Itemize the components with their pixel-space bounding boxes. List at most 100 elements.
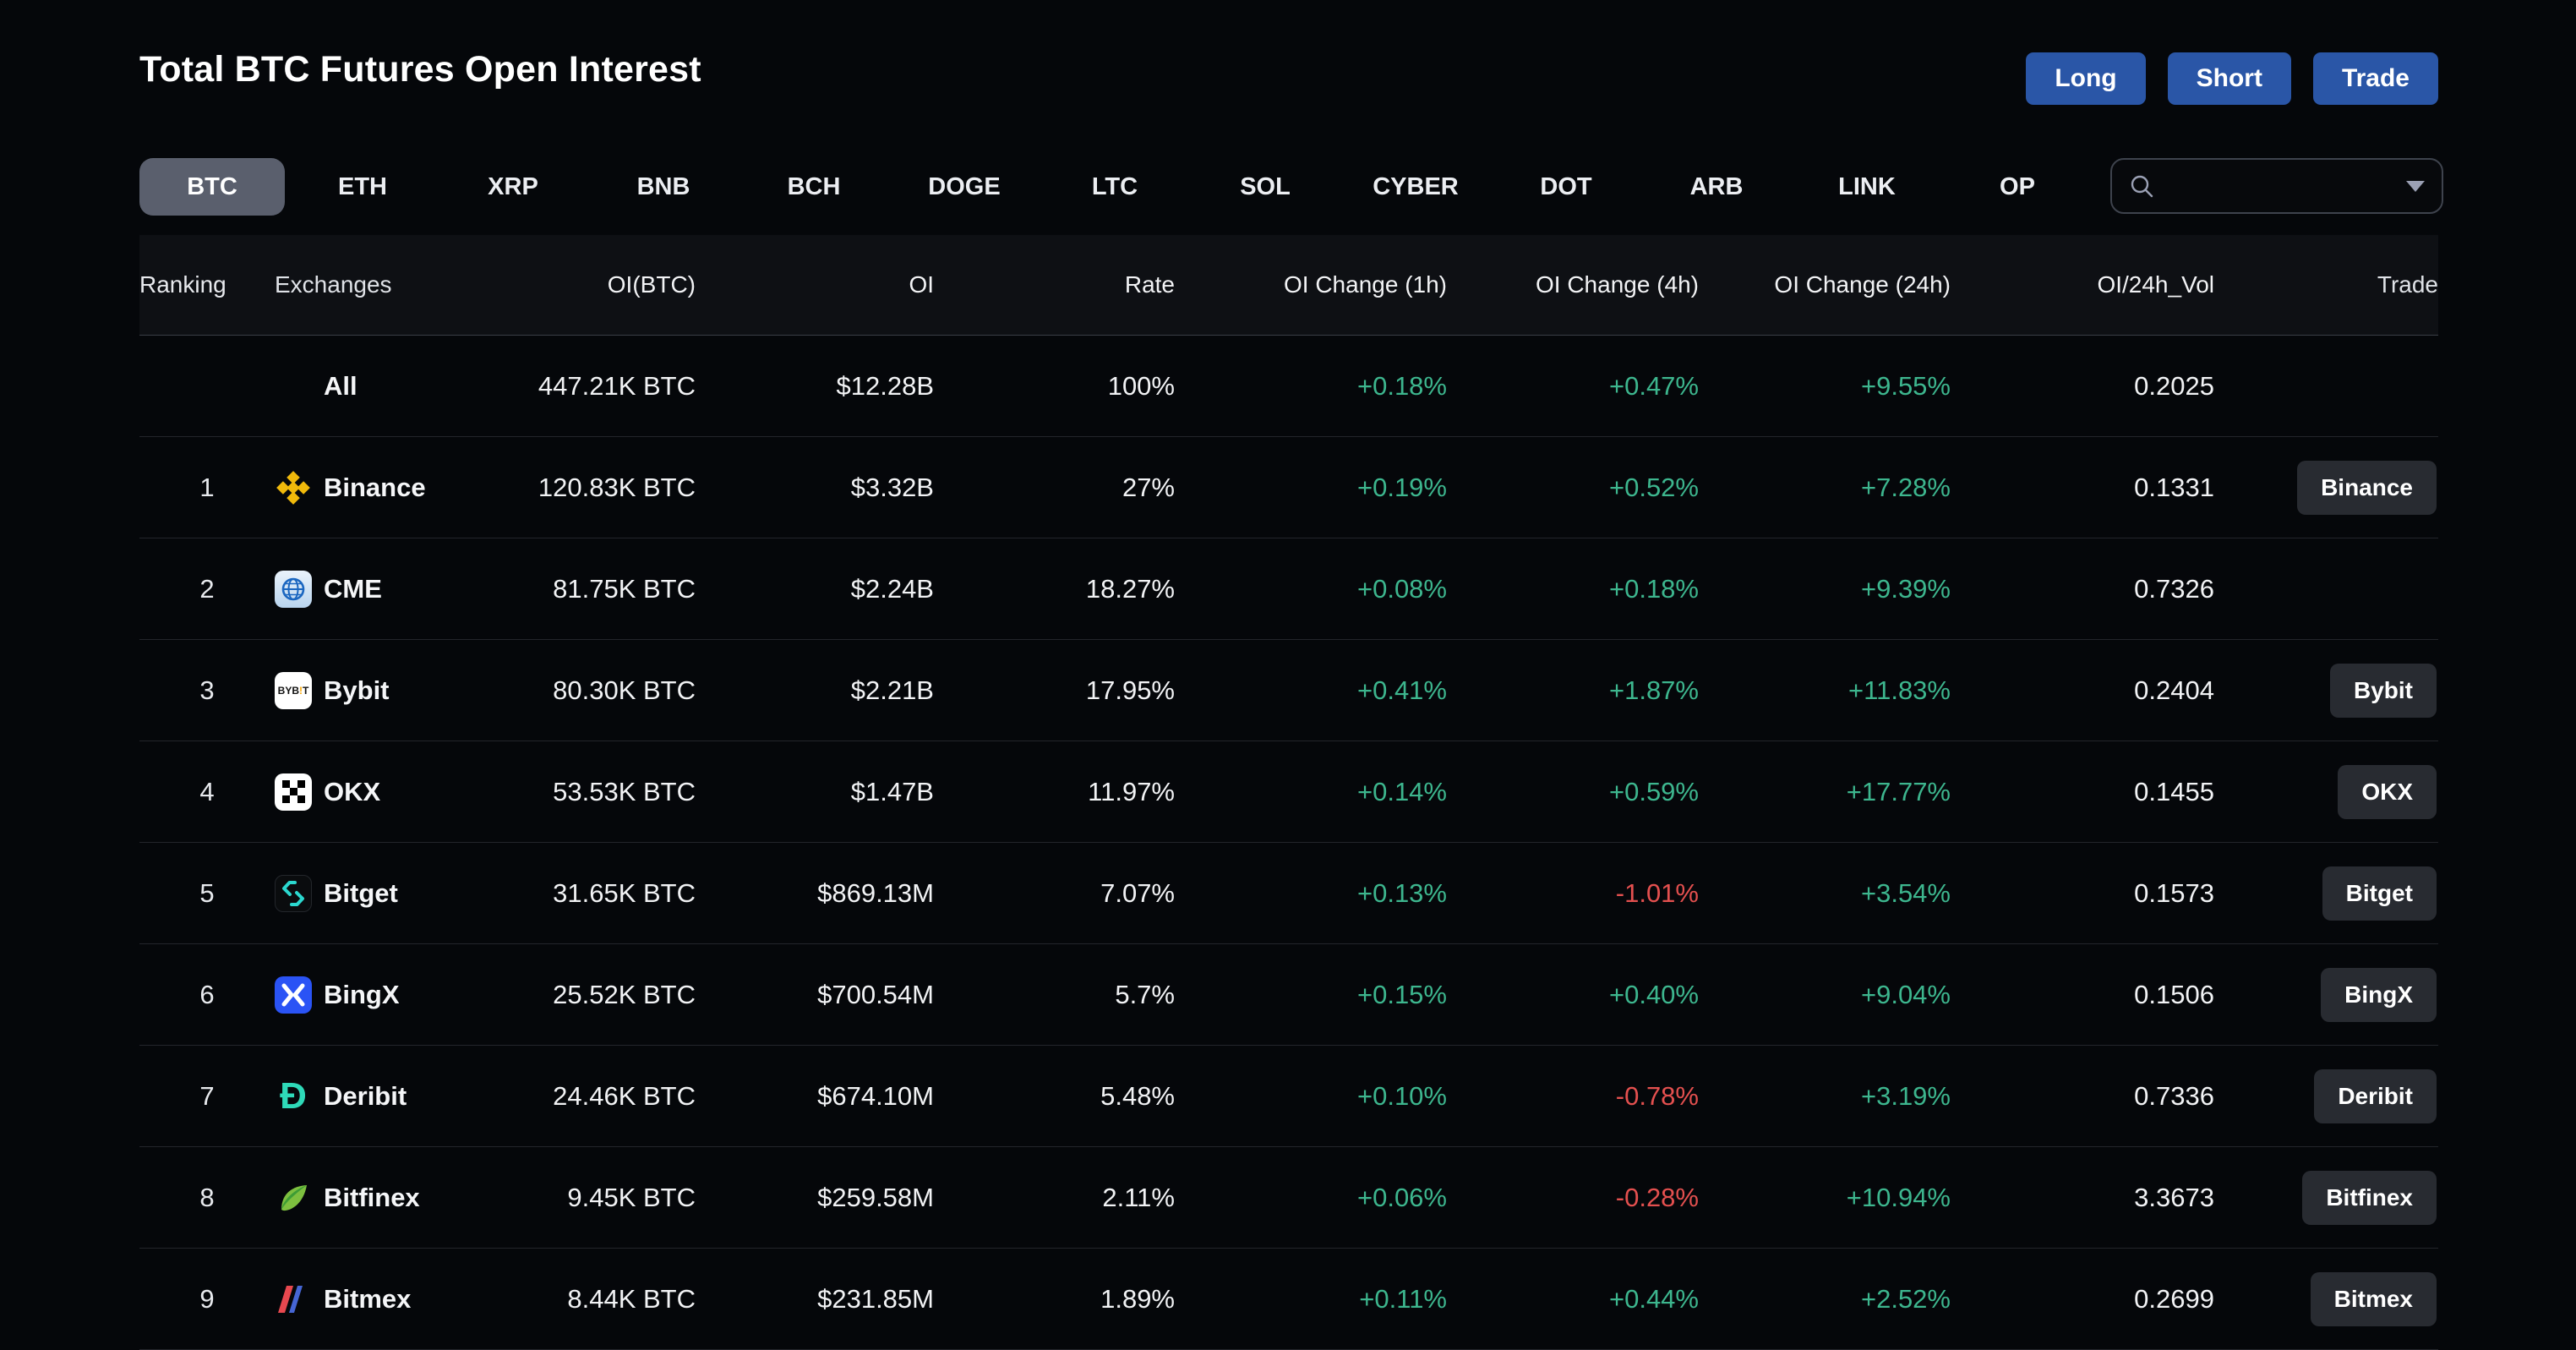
tab-ltc[interactable]: LTC [1042, 158, 1187, 216]
exchange-name: Bitget [324, 878, 398, 909]
oi-btc-cell: 9.45K BTC [503, 1183, 696, 1213]
tab-arb[interactable]: ARB [1644, 158, 1789, 216]
oi-btc-cell: 81.75K BTC [503, 574, 696, 604]
oi-change-4h-cell: +0.52% [1447, 473, 1699, 503]
table-row[interactable]: 9 Bitmex 8.44K BTC $231.85M 1.89% +0.11%… [139, 1249, 2438, 1350]
trade-exchange-button[interactable]: Bitget [2322, 866, 2437, 921]
rate-cell: 27% [934, 473, 1175, 503]
table-row[interactable]: 1 Binance 120.83K BTC $3.32B 27% +0.19% … [139, 437, 2438, 538]
oi-24h-vol-cell: 0.2699 [1951, 1284, 2214, 1314]
trade-cell: Bybit [2214, 664, 2438, 718]
trade-button[interactable]: Trade [2313, 52, 2438, 105]
exchange-cell: Bitfinex [275, 1179, 503, 1216]
trade-cell: OKX [2214, 765, 2438, 819]
tab-cyber[interactable]: CYBER [1343, 158, 1488, 216]
tab-link[interactable]: LINK [1794, 158, 1940, 216]
oi-change-1h-cell: +0.10% [1175, 1081, 1447, 1112]
tab-bnb[interactable]: BNB [591, 158, 736, 216]
rank-cell: 8 [139, 1183, 275, 1213]
oi-change-24h-cell: +3.19% [1699, 1081, 1951, 1112]
oi-24h-vol-cell: 0.2404 [1951, 675, 2214, 706]
oi-24h-vol-cell: 0.1506 [1951, 980, 2214, 1010]
trade-cell: Bitmex [2214, 1272, 2438, 1326]
deribit-icon: Ð [275, 1078, 312, 1115]
exchange-cell: Bitmex [275, 1281, 503, 1318]
table-row[interactable]: 8 Bitfinex 9.45K BTC $259.58M 2.11% +0.0… [139, 1147, 2438, 1249]
table-row[interactable]: All 447.21K BTC $12.28B 100% +0.18% +0.4… [139, 336, 2438, 437]
oi-usd-cell: $2.21B [696, 675, 934, 706]
oi-change-1h-cell: +0.14% [1175, 777, 1447, 807]
oi-btc-cell: 80.30K BTC [503, 675, 696, 706]
table-row[interactable]: 7 Ð Deribit 24.46K BTC $674.10M 5.48% +0… [139, 1046, 2438, 1147]
oi-change-4h-cell: +1.87% [1447, 675, 1699, 706]
table-row[interactable]: 4 OKX 53.53K BTC $1.47B 11.97% +0.14% +0… [139, 741, 2438, 843]
bitfinex-icon [275, 1179, 312, 1216]
tab-sol[interactable]: SOL [1192, 158, 1338, 216]
symbol-search-box[interactable] [2110, 158, 2443, 214]
oi-change-24h-cell: +2.52% [1699, 1284, 1951, 1314]
trade-exchange-button[interactable]: OKX [2338, 765, 2437, 819]
search-input[interactable] [2154, 172, 2406, 200]
short-button[interactable]: Short [2168, 52, 2291, 105]
trade-exchange-button[interactable]: Bybit [2330, 664, 2437, 718]
oi-change-4h-cell: +0.18% [1447, 574, 1699, 604]
tab-eth[interactable]: ETH [290, 158, 435, 216]
cme-icon [275, 571, 312, 608]
oi-24h-vol-cell: 0.1331 [1951, 473, 2214, 503]
trade-exchange-button[interactable]: Deribit [2314, 1069, 2437, 1123]
oi-24h-vol-cell: 0.2025 [1951, 371, 2214, 402]
table-row[interactable]: 6 BingX 25.52K BTC $700.54M 5.7% +0.15% … [139, 944, 2438, 1046]
oi-change-1h-cell: +0.06% [1175, 1183, 1447, 1213]
table-row[interactable]: 5 Bitget 31.65K BTC $869.13M 7.07% +0.13… [139, 843, 2438, 944]
tab-btc[interactable]: BTC [139, 158, 285, 216]
tab-doge[interactable]: DOGE [892, 158, 1037, 216]
oi-change-1h-cell: +0.18% [1175, 371, 1447, 402]
okx-icon [275, 773, 312, 811]
exchange-name: All [324, 371, 357, 402]
symbol-tabs-row: BTCETHXRPBNBBCHDOGELTCSOLCYBERDOTARBLINK… [139, 157, 2443, 216]
oi-change-1h-cell: +0.41% [1175, 675, 1447, 706]
column-header: Exchanges [275, 271, 503, 298]
oi-change-24h-cell: +9.55% [1699, 371, 1951, 402]
oi-usd-cell: $259.58M [696, 1183, 934, 1213]
oi-24h-vol-cell: 0.7336 [1951, 1081, 2214, 1112]
oi-btc-cell: 53.53K BTC [503, 777, 696, 807]
trade-cell: Bitfinex [2214, 1171, 2438, 1225]
trade-cell: Deribit [2214, 1069, 2438, 1123]
exchange-cell: Binance [275, 469, 503, 506]
rate-cell: 5.48% [934, 1081, 1175, 1112]
table-row[interactable]: 3 BYB!T Bybit 80.30K BTC $2.21B 17.95% +… [139, 640, 2438, 741]
table-header-row: RankingExchangesOI(BTC)OIRateOI Change (… [139, 235, 2438, 336]
top-action-buttons: Long Short Trade [2026, 52, 2438, 105]
tab-xrp[interactable]: XRP [440, 158, 586, 216]
column-header: Ranking [139, 271, 275, 298]
oi-change-4h-cell: +0.44% [1447, 1284, 1699, 1314]
rate-cell: 2.11% [934, 1183, 1175, 1213]
tab-dot[interactable]: DOT [1493, 158, 1639, 216]
oi-usd-cell: $869.13M [696, 878, 934, 909]
bybit-icon: BYB!T [275, 672, 312, 709]
long-button[interactable]: Long [2026, 52, 2145, 105]
trade-exchange-button[interactable]: Bitfinex [2302, 1171, 2437, 1225]
oi-24h-vol-cell: 0.1573 [1951, 878, 2214, 909]
trade-exchange-button[interactable]: Bitmex [2311, 1272, 2437, 1326]
trade-cell: Binance [2214, 461, 2438, 515]
chevron-down-icon[interactable] [2406, 181, 2425, 192]
oi-btc-cell: 31.65K BTC [503, 878, 696, 909]
bitget-icon [275, 875, 312, 912]
exchange-cell: BingX [275, 976, 503, 1014]
tab-bch[interactable]: BCH [741, 158, 887, 216]
exchange-cell: Ð Deribit [275, 1078, 503, 1115]
exchange-name: OKX [324, 777, 380, 807]
column-header: Rate [934, 271, 1175, 298]
oi-change-24h-cell: +17.77% [1699, 777, 1951, 807]
tab-op[interactable]: OP [1945, 158, 2090, 216]
exchange-name: CME [324, 574, 382, 604]
table-row[interactable]: 2 CME 81.75K BTC $2.24B 18.27% +0.08% +0… [139, 538, 2438, 640]
page-title: Total BTC Futures Open Interest [139, 49, 701, 90]
trade-exchange-button[interactable]: Binance [2297, 461, 2437, 515]
trade-cell: Bitget [2214, 866, 2438, 921]
rank-cell: 7 [139, 1081, 275, 1112]
rate-cell: 1.89% [934, 1284, 1175, 1314]
trade-exchange-button[interactable]: BingX [2321, 968, 2437, 1022]
